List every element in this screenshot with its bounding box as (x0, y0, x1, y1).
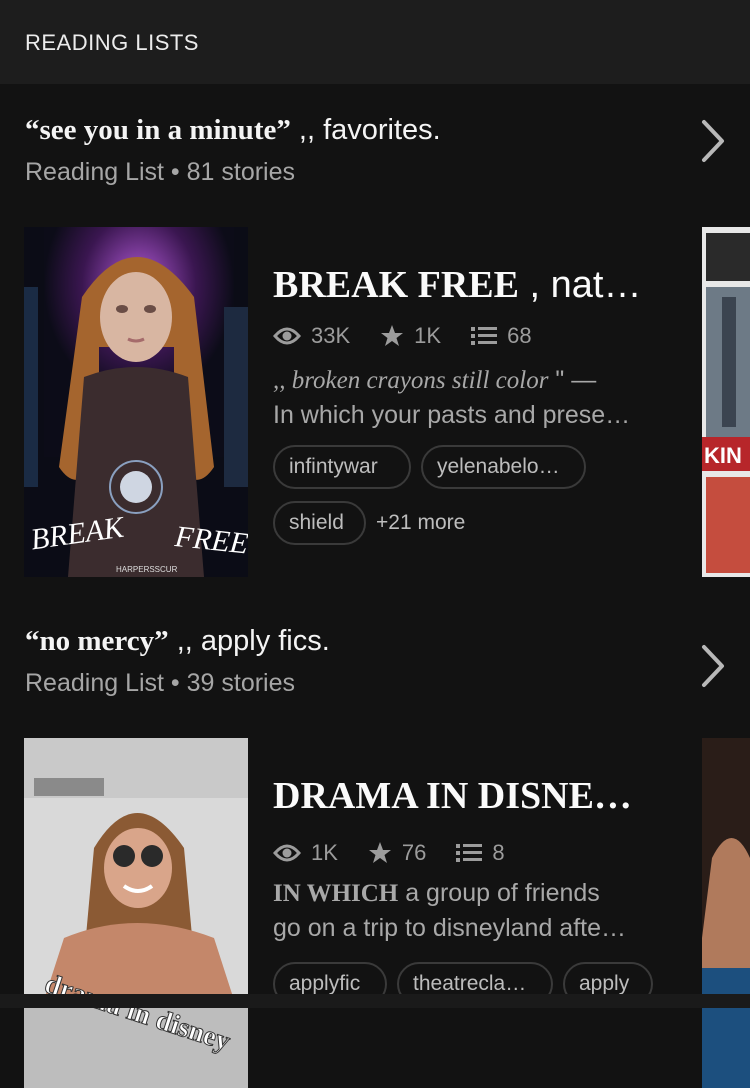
story-description: IN WHICH a group of friends go on a trip… (273, 879, 627, 942)
reading-list-subtitle: Reading List • 81 stories (25, 158, 296, 186)
story-description: ,, broken crayons still color " — In whi… (273, 366, 631, 429)
next-story-cover-image[interactable] (702, 738, 750, 1088)
app-header: READING LISTS (0, 0, 750, 84)
list-icon (456, 844, 483, 862)
reading-list-title: “no mercy” ,, apply fics. (25, 625, 330, 657)
reading-list-title: “see you in a minute” ,, favorites. (25, 114, 441, 146)
eye-icon (273, 327, 301, 345)
next-story-cover-image[interactable]: KIN (702, 227, 750, 577)
parts-stat: 8 (456, 840, 505, 866)
reads-stat: 33K (273, 323, 350, 349)
tag-chip[interactable]: infintywar (273, 445, 411, 489)
star-icon (381, 325, 404, 346)
bottom-edge (0, 994, 750, 1008)
star-icon (368, 842, 391, 863)
parts-stat: 68 (471, 323, 532, 349)
reads-stat: 1K (273, 840, 338, 866)
eye-icon (273, 844, 301, 862)
next-cover-text: KIN (704, 443, 742, 468)
tag-chip[interactable]: shield (273, 501, 366, 545)
chevron-right-icon[interactable] (698, 118, 728, 164)
page-title: READING LISTS (25, 30, 199, 55)
cover-credit: HARPERSSCUR (116, 565, 178, 574)
story-cover-image[interactable]: BREAK FREE HARPERSSCUR (24, 227, 248, 577)
story-cover-image[interactable]: drama in disney (24, 738, 248, 1088)
votes-stat: 1K (380, 323, 441, 349)
story-card[interactable]: drama in disney DRAMA IN DISNE… 1K 76 8 … (0, 738, 750, 1088)
more-tags-link[interactable]: +21 more (376, 501, 465, 545)
reading-list-header[interactable]: “no mercy” ,, apply fics. Reading List •… (0, 625, 750, 715)
story-stats: 33K 1K 68 (273, 321, 562, 351)
reading-list-subtitle: Reading List • 39 stories (25, 669, 296, 697)
tag-chip[interactable]: yelenabelo… (421, 445, 586, 489)
story-title[interactable]: BREAK FREE , nat… (273, 263, 653, 307)
story-stats: 1K 76 8 (273, 838, 535, 868)
chevron-right-icon[interactable] (698, 643, 728, 689)
story-card[interactable]: BREAK FREE HARPERSSCUR BREAK FREE , nat…… (0, 227, 750, 577)
votes-stat: 76 (368, 840, 426, 866)
story-title[interactable]: DRAMA IN DISNE… (273, 774, 653, 818)
reading-list-header[interactable]: “see you in a minute” ,, favorites. Read… (0, 114, 750, 204)
list-icon (471, 327, 498, 345)
